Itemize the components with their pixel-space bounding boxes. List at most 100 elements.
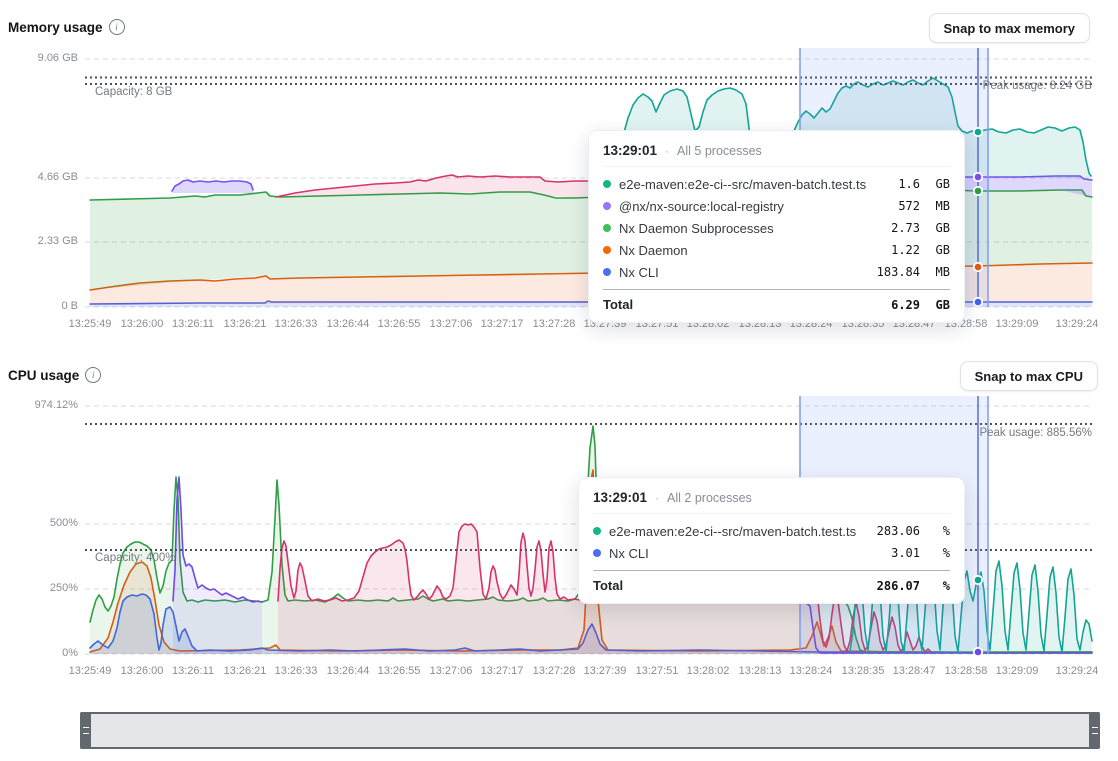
brush-grip-icon: [83, 727, 89, 734]
tooltip-subtitle: All 2 processes: [667, 491, 752, 505]
tooltip-time: 13:29:01: [603, 143, 657, 158]
cpu-chart-title: CPU usage: [8, 368, 79, 383]
process-value-unit: GB: [928, 221, 950, 235]
cpu-y-tick: 974.12%: [8, 399, 78, 411]
cpu-section-header: CPU usage i: [8, 367, 101, 383]
cpu-y-tick: 0%: [8, 647, 78, 659]
memory-chart-title: Memory usage: [8, 20, 103, 35]
memory-y-tick: 2.33 GB: [8, 235, 78, 247]
total-label: Total: [593, 578, 869, 593]
cpu-tooltip-total-row: Total 286.07 %: [593, 570, 950, 593]
memory-section-header: Memory usage i: [8, 19, 125, 35]
cpu-x-tick: 13:29:24: [1056, 665, 1099, 677]
memory-crosshair-dot: [974, 263, 982, 271]
series-color-dot: [593, 527, 601, 535]
cpu-info-icon[interactable]: i: [85, 367, 101, 383]
memory-x-tick: 13:25:49: [69, 318, 112, 330]
process-value: 1.22: [891, 243, 920, 257]
cpu-x-tick: 13:28:35: [842, 665, 885, 677]
tooltip-process-row: e2e-maven:e2e-ci--src/maven-batch.test.t…: [593, 520, 950, 542]
cpu-x-tick: 13:27:51: [636, 665, 679, 677]
process-value: 1.6: [898, 177, 920, 191]
timeline-brush-track[interactable]: [80, 712, 1100, 749]
cpu-x-tick: 13:26:11: [172, 665, 214, 677]
process-value: 572: [898, 199, 920, 213]
memory-tooltip: 13:29:01 · All 5 processes e2e-maven:e2e…: [588, 130, 965, 323]
process-name: e2e-maven:e2e-ci--src/maven-batch.test.t…: [619, 177, 890, 192]
cpu-x-tick: 13:28:58: [945, 665, 988, 677]
memory-tooltip-rows: e2e-maven:e2e-ci--src/maven-batch.test.t…: [603, 167, 950, 287]
cpu-x-tick: 13:26:00: [121, 665, 164, 677]
process-value-unit: GB: [928, 243, 950, 257]
tooltip-time: 13:29:01: [593, 490, 647, 505]
memory-crosshair-dot: [974, 298, 982, 306]
memory-info-icon[interactable]: i: [109, 19, 125, 35]
process-value-unit: MB: [928, 199, 950, 213]
memory-x-tick: 13:26:00: [121, 318, 164, 330]
memory-x-tick: 13:26:11: [172, 318, 214, 330]
process-value-unit: MB: [928, 265, 950, 279]
total-value: 6.29: [891, 298, 920, 312]
memory-tooltip-header: 13:29:01 · All 5 processes: [603, 141, 950, 167]
cpu-x-tick: 13:29:09: [996, 665, 1039, 677]
cpu-crosshair-dot: [974, 576, 982, 584]
memory-x-tick: 13:27:28: [533, 318, 576, 330]
memory-y-tick: 4.66 GB: [8, 171, 78, 183]
cpu-x-tick: 13:28:02: [687, 665, 730, 677]
cpu-x-tick: 13:26:33: [275, 665, 318, 677]
memory-x-tick: 13:26:55: [378, 318, 421, 330]
memory-x-tick: 13:29:09: [996, 318, 1039, 330]
tooltip-process-row: Nx Daemon Subprocesses2.73GB: [603, 217, 950, 239]
series-color-dot: [603, 224, 611, 232]
cpu-x-tick: 13:27:17: [481, 665, 524, 677]
memory-crosshair-dot: [974, 173, 982, 181]
series-color-dot: [603, 180, 611, 188]
tooltip-process-row: Nx Daemon 1.22 GB: [603, 239, 950, 261]
tooltip-separator: ·: [655, 491, 659, 505]
usage-charts-canvas[interactable]: [0, 0, 1118, 761]
brush-handle-right[interactable]: [1089, 712, 1100, 749]
nx-profiler-page: Memory usage i Snap to max memory 9.06 G…: [0, 0, 1118, 761]
memory-crosshair-dot: [974, 187, 982, 195]
total-unit: GB: [928, 298, 950, 312]
memory-crosshair-dot: [974, 128, 982, 136]
memory-x-tick: 13:27:17: [481, 318, 524, 330]
process-name: Nx CLI: [619, 265, 869, 280]
process-value: 3.01: [891, 546, 920, 560]
cpu-tooltip: 13:29:01 · All 2 processes e2e-maven:e2e…: [578, 477, 965, 604]
total-label: Total: [603, 297, 883, 312]
brush-grip-icon: [1092, 727, 1098, 734]
memory-y-tick: 9.06 GB: [8, 52, 78, 64]
snap-to-max-memory-button[interactable]: Snap to max memory: [929, 13, 1091, 43]
process-value-unit: %: [928, 546, 950, 560]
memory-tooltip-total-row: Total 6.29 GB: [603, 289, 950, 312]
series-color-dot: [603, 268, 611, 276]
cpu-x-tick: 13:28:24: [790, 665, 833, 677]
cpu-tooltip-header: 13:29:01 · All 2 processes: [593, 488, 950, 514]
cpu-x-tick: 13:28:47: [893, 665, 936, 677]
series-color-dot: [593, 549, 601, 557]
cpu-x-tick: 13:27:28: [533, 665, 576, 677]
process-name: Nx Daemon: [619, 243, 883, 258]
cpu-peak-label: Peak usage: 885.56%: [979, 427, 1092, 439]
snap-to-max-cpu-button[interactable]: Snap to max CPU: [960, 361, 1098, 391]
cpu-x-tick: 13:26:44: [327, 665, 370, 677]
cpu-x-tick: 13:27:39: [584, 665, 627, 677]
process-name: Nx CLI: [609, 546, 883, 561]
process-value: 2.73: [891, 221, 920, 235]
cpu-y-tick: 250%: [8, 582, 78, 594]
tooltip-separator: ·: [665, 144, 669, 158]
memory-x-tick: 13:27:06: [430, 318, 473, 330]
tooltip-subtitle: All 5 processes: [677, 144, 762, 158]
cpu-x-tick: 13:26:55: [378, 665, 421, 677]
process-value-unit: %: [928, 524, 950, 538]
total-unit: %: [928, 579, 950, 593]
memory-x-tick: 13:26:44: [327, 318, 370, 330]
tooltip-process-row: @nx/nx-source:local-registry 572 MB: [603, 195, 950, 217]
brush-handle-left[interactable]: [80, 712, 91, 749]
process-value: 183.84: [877, 265, 920, 279]
memory-x-tick: 13:26:21: [224, 318, 267, 330]
process-name: e2e-maven:e2e-ci--src/maven-batch.test.t…: [609, 524, 869, 539]
process-name: @nx/nx-source:local-registry: [619, 199, 890, 214]
cpu-crosshair-dot: [974, 648, 982, 656]
